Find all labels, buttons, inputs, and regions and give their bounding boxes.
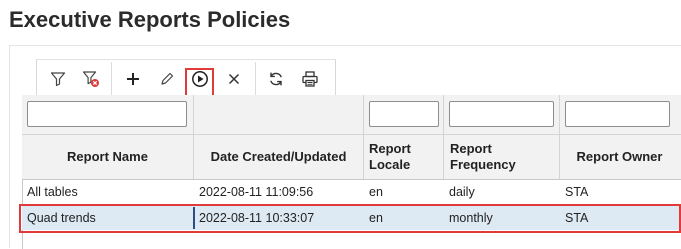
column-header-date-created[interactable]: Date Created/Updated — [194, 149, 363, 165]
edit-icon — [159, 71, 175, 92]
page-title: Executive Reports Policies — [9, 7, 291, 32]
filter-input-report-frequency[interactable] — [449, 101, 554, 127]
filter-input-report-owner[interactable] — [565, 101, 670, 127]
content-frame-left — [9, 45, 10, 248]
column-divider — [559, 95, 560, 179]
column-divider — [193, 95, 194, 179]
toolbar-separator — [255, 62, 256, 96]
cell-date: 2022-08-11 11:09:56 — [199, 185, 314, 199]
cell-report-name: All tables — [27, 185, 78, 199]
content-frame-top — [9, 45, 681, 46]
edit-button[interactable] — [156, 70, 178, 92]
add-button[interactable] — [122, 70, 144, 92]
column-header-report-name[interactable]: Report Name — [22, 149, 193, 165]
filter-input-report-name[interactable] — [27, 101, 187, 127]
clear-filter-button[interactable] — [80, 70, 102, 92]
refresh-icon — [267, 70, 285, 93]
print-icon — [301, 70, 319, 93]
delete-button[interactable] — [223, 70, 245, 92]
print-button[interactable] — [299, 70, 321, 92]
selected-row-highlight — [19, 204, 681, 233]
filter-button[interactable] — [47, 70, 69, 92]
cell-owner: STA — [565, 185, 589, 199]
cell-locale: en — [369, 185, 383, 199]
table-row[interactable]: All tables 2022-08-11 11:09:56 en daily … — [22, 180, 681, 204]
column-header-report-locale[interactable]: Report Locale — [369, 141, 443, 173]
delete-icon — [227, 72, 241, 91]
filter-input-report-locale[interactable] — [369, 101, 439, 127]
run-button-highlight — [185, 68, 214, 97]
filter-icon — [50, 71, 66, 92]
refresh-button[interactable] — [265, 70, 287, 92]
column-divider — [363, 95, 364, 179]
clear-filter-icon — [82, 70, 100, 93]
column-header-report-frequency[interactable]: Report Frequency — [450, 141, 558, 173]
column-header-report-owner[interactable]: Report Owner — [560, 149, 679, 165]
add-icon — [125, 71, 141, 92]
column-divider — [443, 95, 444, 179]
toolbar-separator — [111, 62, 112, 96]
cell-frequency: daily — [449, 185, 475, 199]
